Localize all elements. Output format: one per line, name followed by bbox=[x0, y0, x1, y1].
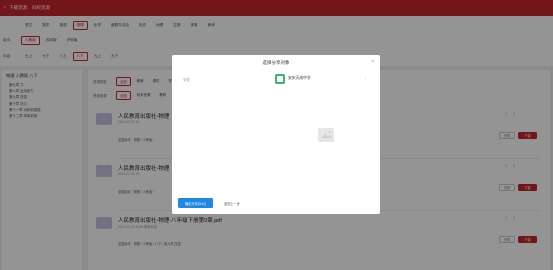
share-target-dialog: 选择分享对象 × 学校 安庆天成中学 › 确定分享(0/10) 返回上一步 bbox=[172, 55, 380, 214]
school-icon bbox=[275, 73, 285, 84]
dialog-title: 选择分享对象 bbox=[262, 60, 290, 65]
back-button[interactable]: 返回上一步 bbox=[218, 198, 246, 208]
school-field-label: 学校 bbox=[183, 78, 190, 82]
school-selector[interactable]: 安庆天成中学 › bbox=[275, 73, 372, 84]
close-icon[interactable]: × bbox=[371, 59, 374, 65]
image-placeholder-icon bbox=[318, 128, 334, 142]
chevron-right-icon: › bbox=[364, 76, 366, 81]
school-name: 安庆天成中学 bbox=[288, 76, 311, 80]
confirm-share-button[interactable]: 确定分享(0/10) bbox=[178, 198, 213, 208]
